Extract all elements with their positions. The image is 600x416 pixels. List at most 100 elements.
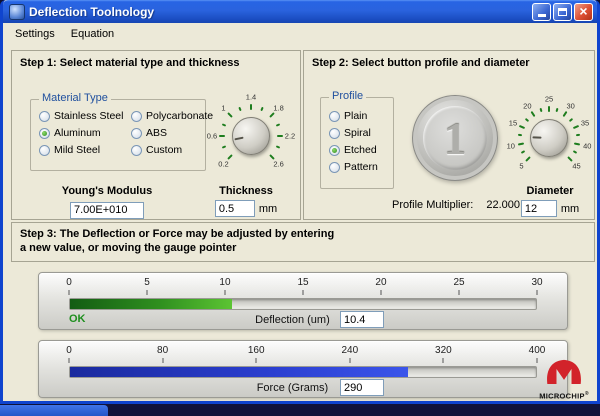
close-button[interactable]: [574, 3, 593, 21]
deflection-track[interactable]: [69, 298, 537, 310]
knob-tick-label: 0.6: [207, 132, 217, 141]
knob-tick-label: 25: [545, 95, 553, 104]
youngs-modulus-input[interactable]: [70, 202, 144, 219]
microchip-m-icon: [544, 357, 584, 386]
gauge-tick-label: 10: [219, 277, 230, 288]
gauge-tick: [224, 290, 225, 295]
minimize-button[interactable]: [532, 3, 551, 21]
step3-title-line1: Step 3: The Deflection or Force may be a…: [12, 223, 594, 241]
force-fill[interactable]: [70, 367, 408, 377]
deflection-value-input[interactable]: [340, 311, 384, 328]
knob-tick: [521, 150, 525, 154]
maximize-button[interactable]: [553, 3, 572, 21]
gauge-tick: [443, 358, 444, 363]
knob-tick-label: 5: [519, 161, 523, 170]
profile-options: Plain Spiral Etched Pattern: [321, 98, 393, 177]
gauge-tick-label: 320: [435, 345, 452, 356]
knob-tick-label: 10: [507, 141, 515, 150]
force-scale: 080160240320400: [69, 345, 537, 365]
gauge-tick: [537, 290, 538, 295]
step2-groupbox: Step 2: Select button profile and diamet…: [303, 50, 595, 220]
knob-tick: [548, 106, 550, 112]
gauge-tick-label: 80: [157, 345, 168, 356]
knob-tick: [563, 111, 568, 117]
radio-stainless-steel[interactable]: Stainless Steel: [39, 110, 131, 122]
knob-tick: [238, 107, 241, 111]
knob-tick-label: 35: [581, 119, 589, 128]
knob-tick-label: 2.6: [273, 159, 283, 168]
radio-circle-icon: [39, 128, 50, 139]
radio-label: Mild Steel: [54, 144, 100, 156]
gauge-tick-label: 0: [66, 277, 72, 288]
knob-tick: [569, 118, 573, 122]
radio-pattern[interactable]: Pattern: [329, 161, 389, 173]
radio-label: ABS: [146, 127, 167, 139]
gauge-tick: [69, 290, 70, 295]
youngs-modulus-label: Young's Modulus: [52, 185, 162, 197]
knob-tick-label: 1.8: [273, 104, 283, 113]
knob-tick: [517, 142, 523, 145]
microchip-logo: MICROCHIP®: [534, 357, 594, 401]
knob-tick: [222, 145, 226, 148]
radio-aluminum[interactable]: Aluminum: [39, 127, 131, 139]
button-preview-number: 1: [413, 96, 497, 180]
radio-polycarbonate[interactable]: Polycarbonate: [131, 110, 207, 122]
knob-tick-label: 15: [509, 119, 517, 128]
background-window-fragment: [0, 405, 108, 416]
step2-title: Step 2: Select button profile and diamet…: [304, 51, 594, 70]
radio-mild-steel[interactable]: Mild Steel: [39, 144, 131, 156]
knob-tick-label: 40: [583, 141, 591, 150]
radio-abs[interactable]: ABS: [131, 127, 207, 139]
radio-circle-icon: [329, 162, 340, 173]
radio-label: Stainless Steel: [54, 110, 123, 122]
knob-dial[interactable]: [232, 117, 270, 155]
radio-etched[interactable]: Etched: [329, 144, 389, 156]
thickness-field: Thickness mm: [198, 185, 294, 217]
radio-label: Polycarbonate: [146, 110, 213, 122]
radio-custom[interactable]: Custom: [131, 144, 207, 156]
knob-tick: [530, 111, 535, 117]
gauge-tick: [380, 290, 381, 295]
menu-equation[interactable]: Equation: [63, 25, 122, 43]
radio-circle-icon: [131, 111, 142, 122]
knob-tick: [576, 134, 580, 136]
titlebar[interactable]: Deflection Toolnology: [3, 0, 597, 23]
radio-label: Spiral: [344, 127, 371, 139]
knob-tick: [277, 135, 283, 137]
force-track[interactable]: [69, 366, 537, 378]
gauge-tick-label: 5: [144, 277, 150, 288]
diameter-field: Diameter mm: [508, 185, 592, 217]
thickness-knob[interactable]: 0.2 0.6 1 1.4 1.8 2.2 2.6: [206, 91, 296, 181]
gauge-tick-label: 160: [248, 345, 265, 356]
youngs-modulus-field: Young's Modulus: [52, 185, 162, 219]
deflection-status: OK: [69, 313, 86, 325]
step3-groupbox: Step 3: The Deflection or Force may be a…: [11, 222, 595, 262]
app-window: Deflection Toolnology Settings Equation …: [0, 0, 600, 404]
radio-circle-icon: [131, 128, 142, 139]
knob-tick-label: 2.2: [285, 132, 295, 141]
knob-tick: [269, 113, 275, 119]
knob-tick-label: 0.2: [218, 159, 228, 168]
force-gauge: 080160240320400 Force (Grams): [38, 340, 568, 398]
knob-tick-label: 1.4: [246, 93, 256, 102]
knob-tick-label: 1: [221, 104, 225, 113]
radio-plain[interactable]: Plain: [329, 110, 389, 122]
gauge-tick-label: 400: [529, 345, 546, 356]
deflection-gauge: 051015202530 OK Deflection (um): [38, 272, 568, 330]
radio-label: Pattern: [344, 161, 378, 173]
knob-tick: [524, 118, 528, 122]
radio-spiral[interactable]: Spiral: [329, 127, 389, 139]
diameter-knob[interactable]: 51015202530354045: [504, 93, 594, 183]
radio-circle-icon: [329, 111, 340, 122]
thickness-input[interactable]: [215, 200, 255, 217]
knob-tick-label: 30: [566, 101, 574, 110]
profile-title: Profile: [329, 90, 366, 102]
force-value-input[interactable]: [340, 379, 384, 396]
diameter-input[interactable]: [521, 200, 557, 217]
material-type-title: Material Type: [39, 92, 111, 104]
deflection-fill[interactable]: [70, 299, 232, 309]
gauge-tick-label: 20: [375, 277, 386, 288]
knob-pointer: [532, 136, 541, 138]
menu-settings[interactable]: Settings: [7, 25, 63, 43]
profile-groupbox: Profile PlainSpiralEtchedPattern: [320, 97, 394, 189]
